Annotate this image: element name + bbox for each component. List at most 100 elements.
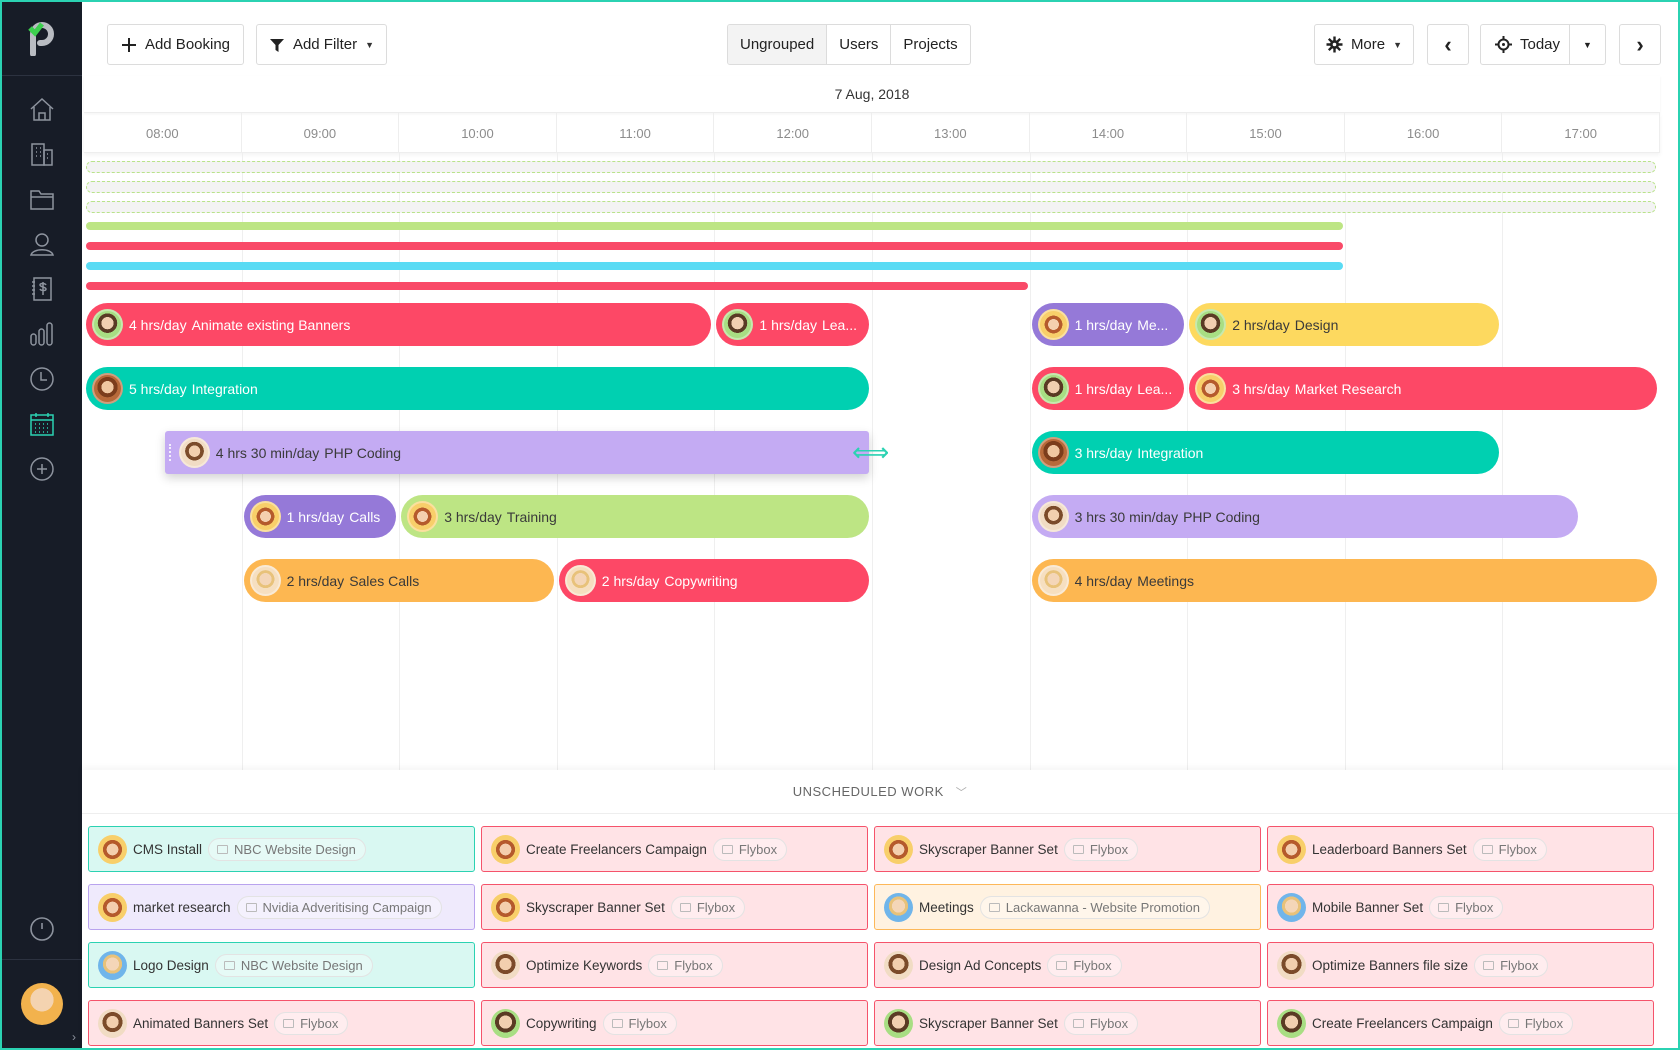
booking-bar[interactable]: 2 hrs/day Design: [1189, 303, 1500, 346]
unscheduled-card[interactable]: Logo Design NBC Website Design: [88, 942, 475, 988]
folder-icon: [283, 1018, 295, 1028]
avatar: [249, 501, 281, 532]
unscheduled-work-toggle[interactable]: UNSCHEDULED WORK ﹀: [82, 770, 1678, 814]
project-name: Flybox: [1089, 841, 1129, 857]
placeholder-booking-row[interactable]: [86, 181, 1656, 193]
unscheduled-card[interactable]: Design Ad Concepts Flybox: [874, 942, 1261, 988]
add-filter-button[interactable]: Add Filter ▼: [256, 24, 387, 65]
sidebar-item-invoices[interactable]: [2, 266, 82, 311]
unscheduled-card[interactable]: Leaderboard Banners Set Flybox: [1267, 826, 1654, 872]
booking-bar[interactable]: 1 hrs/day Calls: [243, 495, 397, 538]
view-users[interactable]: Users: [827, 25, 892, 64]
unscheduled-card[interactable]: Animated Banners Set Flybox: [88, 1000, 475, 1046]
booking-hours: 4 hrs/day: [129, 316, 187, 333]
sidebar-item-schedule[interactable]: [2, 401, 82, 446]
next-button[interactable]: ›: [1619, 24, 1661, 65]
sidebar-item-reports[interactable]: [2, 311, 82, 356]
booking-bar[interactable]: 1 hrs/day Lea...: [716, 303, 869, 346]
avatar: [178, 437, 210, 468]
unscheduled-card[interactable]: Skyscraper Banner Set Flybox: [481, 884, 868, 930]
hour-label: 13:00: [872, 113, 1030, 153]
project-tag: Flybox: [274, 1011, 349, 1035]
booking-hours: 4 hrs/day: [1074, 572, 1133, 589]
logo-icon: [28, 21, 54, 56]
power-button[interactable]: [2, 898, 82, 960]
sidebar-item-projects[interactable]: [2, 176, 82, 221]
card-task: Logo Design: [133, 957, 209, 973]
avatar: [564, 565, 596, 596]
collapsed-booking-bar[interactable]: [86, 282, 1028, 290]
expand-sidebar-icon[interactable]: ›: [72, 1030, 76, 1044]
collapsed-booking-bar[interactable]: [86, 222, 1343, 230]
view-projects[interactable]: Projects: [891, 25, 969, 64]
sidebar-item-clients[interactable]: [2, 131, 82, 176]
booking-bar[interactable]: 4 hrs 30 min/day PHP Coding: [164, 431, 869, 474]
avatar: [1037, 437, 1069, 468]
unscheduled-card[interactable]: Mobile Banner Set Flybox: [1267, 884, 1654, 930]
folder-icon: [1438, 902, 1450, 912]
avatar: [1037, 565, 1069, 596]
placeholder-booking-row[interactable]: [86, 201, 1656, 213]
collapsed-booking-bar[interactable]: [86, 262, 1343, 270]
avatar: [92, 373, 123, 404]
app-window: › Add Booking Add Filter ▼ Ungrouped Use…: [2, 2, 1678, 1048]
booking-task: Me...: [1137, 316, 1169, 333]
drag-handle-icon[interactable]: [168, 444, 172, 461]
collapsed-booking-bar[interactable]: [86, 242, 1343, 250]
placeholder-booking-row[interactable]: [86, 161, 1656, 173]
booking-bar[interactable]: 3 hrs/day Training: [401, 495, 869, 538]
project-tag: Lackawanna - Website Promotion: [979, 895, 1210, 919]
booking-bar[interactable]: 4 hrs/day Meetings: [1031, 559, 1657, 602]
sidebar-item-timesheets[interactable]: [2, 356, 82, 401]
prev-button[interactable]: ‹: [1427, 24, 1469, 65]
sidebar-item-add[interactable]: [2, 446, 82, 491]
avatar: [491, 1008, 520, 1038]
today-dropdown-caret[interactable]: ▼: [1569, 25, 1605, 64]
avatar: [884, 892, 913, 922]
unscheduled-card[interactable]: Meetings Lackawanna - Website Promotion: [874, 884, 1261, 930]
folder-icon: [988, 902, 1000, 912]
sidebar-item-home[interactable]: [2, 86, 82, 131]
card-task: Leaderboard Banners Set: [1312, 841, 1467, 857]
sidebar-item-people[interactable]: [2, 221, 82, 266]
avatar: [722, 309, 754, 340]
booking-bar[interactable]: 4 hrs/day Animate existing Banners: [86, 303, 712, 346]
unscheduled-card[interactable]: Skyscraper Banner Set Flybox: [874, 1000, 1261, 1046]
add-filter-label: Add Filter: [292, 36, 358, 53]
current-user[interactable]: ›: [2, 960, 82, 1048]
avatar: [1037, 501, 1069, 532]
plus-icon: [121, 37, 136, 52]
resize-handle-icon[interactable]: ⟺: [852, 439, 889, 465]
unscheduled-card[interactable]: market research Nvidia Adveritising Campa…: [88, 884, 475, 930]
unscheduled-card[interactable]: Optimize Banners file size Flybox: [1267, 942, 1654, 988]
booking-bar[interactable]: 5 hrs/day Integration: [86, 367, 869, 410]
unscheduled-card[interactable]: Copywriting Flybox: [481, 1000, 868, 1046]
user-avatar[interactable]: [21, 983, 63, 1025]
booking-hours: 1 hrs/day: [286, 508, 345, 525]
timeline-date: 7 Aug, 2018: [84, 76, 1660, 113]
today-button[interactable]: Today ▼: [1480, 24, 1606, 65]
hour-label: 11:00: [557, 113, 715, 153]
unscheduled-card[interactable]: Optimize Keywords Flybox: [481, 942, 868, 988]
booking-bar[interactable]: 2 hrs/day Sales Calls: [243, 559, 554, 602]
unscheduled-card[interactable]: Skyscraper Banner Set Flybox: [874, 826, 1261, 872]
booking-task: Integration: [191, 380, 258, 397]
booking-bar[interactable]: 2 hrs/day Copywriting: [558, 559, 869, 602]
booking-bar[interactable]: 1 hrs/day Me...: [1031, 303, 1185, 346]
booking-bar[interactable]: 3 hrs/day Market Research: [1189, 367, 1657, 410]
card-task: Skyscraper Banner Set: [919, 841, 1058, 857]
unscheduled-card[interactable]: CMS Install NBC Website Design: [88, 826, 475, 872]
booking-bar[interactable]: 1 hrs/day Lea...: [1031, 367, 1185, 410]
project-tag: Flybox: [1063, 837, 1139, 861]
unscheduled-card[interactable]: Create Freelancers Campaign Flybox: [481, 826, 868, 872]
add-booking-button[interactable]: Add Booking: [107, 24, 244, 65]
logo[interactable]: [2, 2, 82, 76]
more-button[interactable]: More ▼: [1314, 24, 1414, 65]
hour-label: 10:00: [399, 113, 557, 153]
view-ungrouped[interactable]: Ungrouped: [728, 25, 828, 64]
project-tag: Flybox: [1047, 953, 1122, 977]
project-name: Flybox: [1524, 1015, 1564, 1031]
unscheduled-card[interactable]: Create Freelancers Campaign Flybox: [1267, 1000, 1654, 1046]
booking-bar[interactable]: 3 hrs/day Integration: [1031, 431, 1500, 474]
booking-bar[interactable]: 3 hrs 30 min/day PHP Coding: [1031, 495, 1579, 538]
